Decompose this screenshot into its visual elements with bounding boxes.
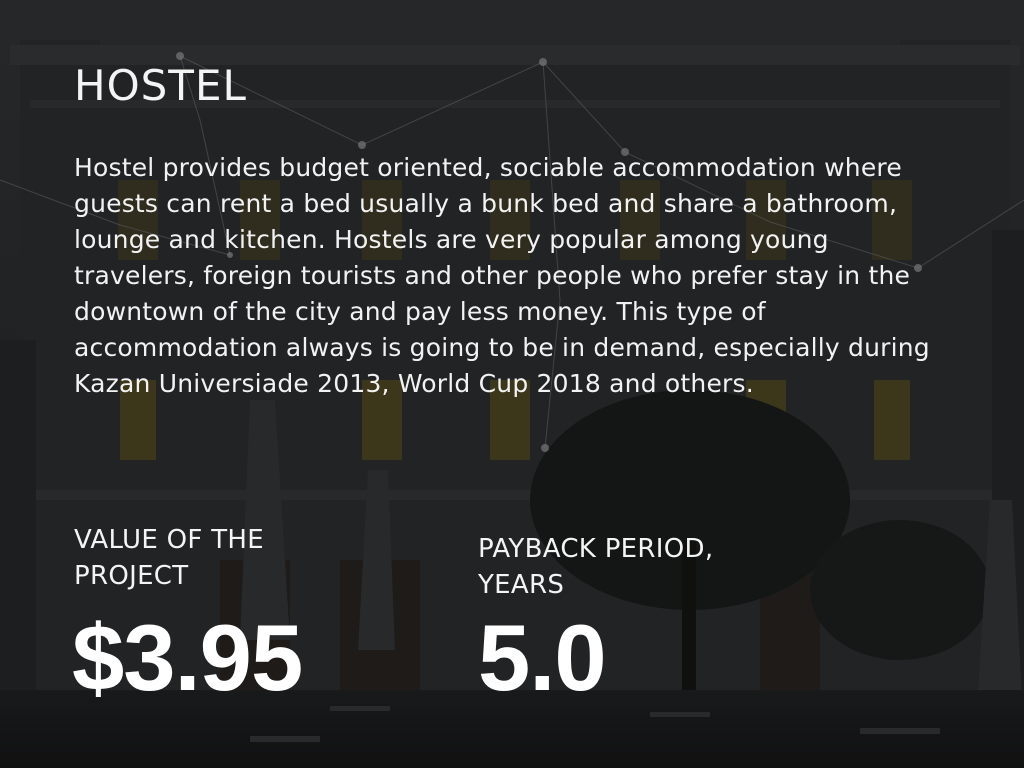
slide-description: Hostel provides budget oriented, sociabl… <box>74 153 930 398</box>
metric-value-project-value: $3.95 <box>72 605 303 710</box>
slide-title: HOSTEL <box>74 61 247 110</box>
metric-label-payback-period: PAYBACK PERIOD, YEARS <box>478 534 714 600</box>
metric-value-payback-period: 5.0 <box>478 605 607 710</box>
metric-label-project-value: VALUE OF THE PROJECT <box>74 525 264 591</box>
